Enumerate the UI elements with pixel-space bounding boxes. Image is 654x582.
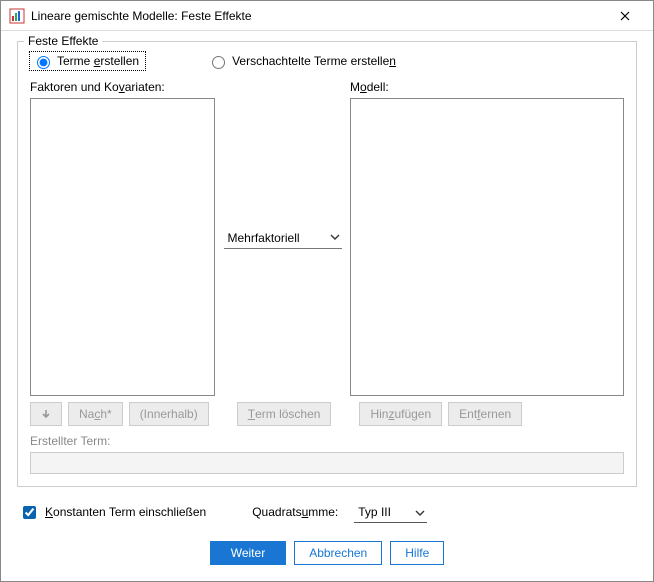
columns: Faktoren und Kovariaten: Mehrfaktoriell …: [30, 80, 624, 396]
radio-nested-terms-label: Verschachtelte Terme erstellen: [232, 54, 396, 68]
group-label: Feste Effekte: [24, 34, 102, 48]
radio-build-terms-input[interactable]: [37, 56, 50, 69]
radio-nested-terms-input[interactable]: [212, 56, 225, 69]
radio-build-terms[interactable]: Terme erstellen: [30, 52, 145, 70]
arrow-down-button[interactable]: [30, 402, 62, 426]
factors-column: Faktoren und Kovariaten:: [30, 80, 215, 396]
window-title: Lineare gemischte Modelle: Feste Effekte: [31, 9, 605, 23]
chevron-down-icon: [415, 505, 425, 519]
radio-build-terms-label: Terme erstellen: [57, 54, 139, 68]
dialog-window: Lineare gemischte Modelle: Feste Effekte…: [0, 0, 654, 582]
factors-label: Faktoren und Kovariaten:: [30, 80, 215, 94]
factors-listbox[interactable]: [30, 98, 215, 396]
clear-term-button[interactable]: Term löschen: [237, 402, 332, 426]
include-intercept-checkbox[interactable]: Konstanten Term einschließen: [19, 503, 206, 522]
remove-button[interactable]: Entfernen: [448, 402, 522, 426]
app-icon: [9, 8, 25, 24]
middle-column: Mehrfaktoriell: [215, 80, 350, 396]
by-button[interactable]: Nach*: [68, 402, 123, 426]
sum-of-squares-label: Quadratsumme:: [252, 505, 338, 519]
term-type-selected: Mehrfaktoriell: [228, 231, 300, 245]
model-label: Modell:: [350, 80, 624, 94]
fixed-effects-group: Feste Effekte Terme erstellen Verschacht…: [17, 41, 637, 487]
cancel-button[interactable]: Abbrechen: [294, 541, 382, 565]
term-type-dropdown[interactable]: Mehrfaktoriell: [224, 227, 342, 249]
term-buttons-row: Nach* (Innerhalb) Term löschen Hinzufüge…: [30, 396, 624, 428]
include-intercept-label: Konstanten Term einschließen: [45, 505, 206, 519]
created-term-field: [30, 452, 624, 474]
sum-of-squares-dropdown[interactable]: Typ III: [354, 501, 427, 523]
model-column: Modell:: [350, 80, 624, 396]
created-term-label: Erstellter Term:: [30, 434, 624, 448]
model-listbox[interactable]: [350, 98, 624, 396]
radio-row: Terme erstellen Verschachtelte Terme ers…: [30, 52, 624, 70]
continue-button[interactable]: Weiter: [210, 541, 286, 565]
radio-nested-terms[interactable]: Verschachtelte Terme erstellen: [205, 52, 402, 70]
include-intercept-input[interactable]: [23, 506, 36, 519]
close-button[interactable]: [605, 2, 645, 30]
sum-of-squares-selected: Typ III: [358, 505, 391, 519]
within-button[interactable]: (Innerhalb): [129, 402, 209, 426]
add-button[interactable]: Hinzufügen: [359, 402, 442, 426]
titlebar: Lineare gemischte Modelle: Feste Effekte: [1, 1, 653, 31]
bottom-row: Konstanten Term einschließen Quadratsumm…: [17, 495, 637, 525]
chevron-down-icon: [330, 232, 340, 243]
footer-buttons: Weiter Abbrechen Hilfe: [17, 533, 637, 577]
content-area: Feste Effekte Terme erstellen Verschacht…: [1, 31, 653, 581]
help-button[interactable]: Hilfe: [390, 541, 444, 565]
